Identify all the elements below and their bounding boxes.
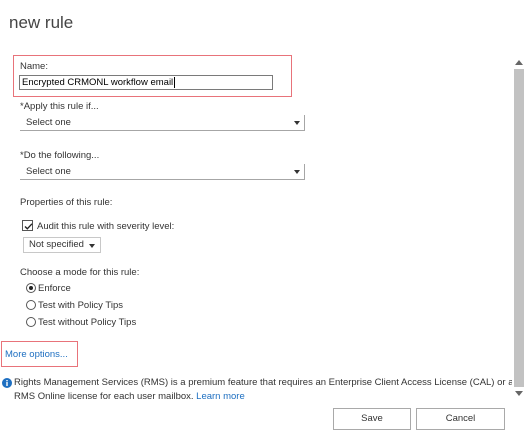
chevron-down-icon <box>294 170 300 174</box>
info-icon <box>2 378 12 388</box>
name-input[interactable]: Encrypted CRMONL workflow email <box>19 75 273 90</box>
save-button[interactable]: Save <box>333 408 411 430</box>
checkmark-icon <box>24 223 33 230</box>
scrollbar-thumb[interactable] <box>514 69 524 387</box>
radio-label-test-with-tips: Test with Policy Tips <box>38 300 123 311</box>
do-following-select[interactable]: Select one <box>20 164 305 180</box>
radio-label-enforce: Enforce <box>38 283 71 294</box>
name-label: Name: <box>20 61 48 72</box>
scroll-up-icon[interactable] <box>515 60 523 65</box>
radio-label-test-without-tips: Test without Policy Tips <box>38 317 137 328</box>
radio-test-with-tips[interactable] <box>26 300 36 310</box>
do-following-selected: Select one <box>26 166 71 177</box>
properties-label: Properties of this rule: <box>20 197 113 208</box>
cancel-button[interactable]: Cancel <box>416 408 505 430</box>
chevron-down-icon <box>294 121 300 125</box>
name-input-value: Encrypted CRMONL workflow email <box>22 77 174 88</box>
severity-selected: Not specified <box>29 239 84 250</box>
apply-rule-label: *Apply this rule if... <box>20 101 99 112</box>
info-text: Rights Management Services (RMS) is a pr… <box>14 376 514 404</box>
apply-rule-select[interactable]: Select one <box>20 115 305 131</box>
do-following-label: *Do the following... <box>20 150 100 161</box>
text-caret <box>174 76 176 88</box>
audit-checkbox[interactable] <box>22 220 33 231</box>
scroll-down-icon[interactable] <box>515 391 523 396</box>
radio-test-without-tips[interactable] <box>26 317 36 327</box>
radio-selected-dot <box>29 286 33 290</box>
chevron-down-icon <box>89 244 95 248</box>
audit-label: Audit this rule with severity level: <box>37 221 175 232</box>
dialog-title: new rule <box>9 13 74 32</box>
more-options-link[interactable]: More options... <box>5 349 68 360</box>
apply-rule-selected: Select one <box>26 117 71 128</box>
severity-select[interactable]: Not specified <box>23 237 101 253</box>
learn-more-link[interactable]: Learn more <box>196 391 245 402</box>
info-message: Rights Management Services (RMS) is a pr… <box>14 377 514 402</box>
radio-enforce[interactable] <box>26 283 36 293</box>
mode-label: Choose a mode for this rule: <box>20 267 140 278</box>
